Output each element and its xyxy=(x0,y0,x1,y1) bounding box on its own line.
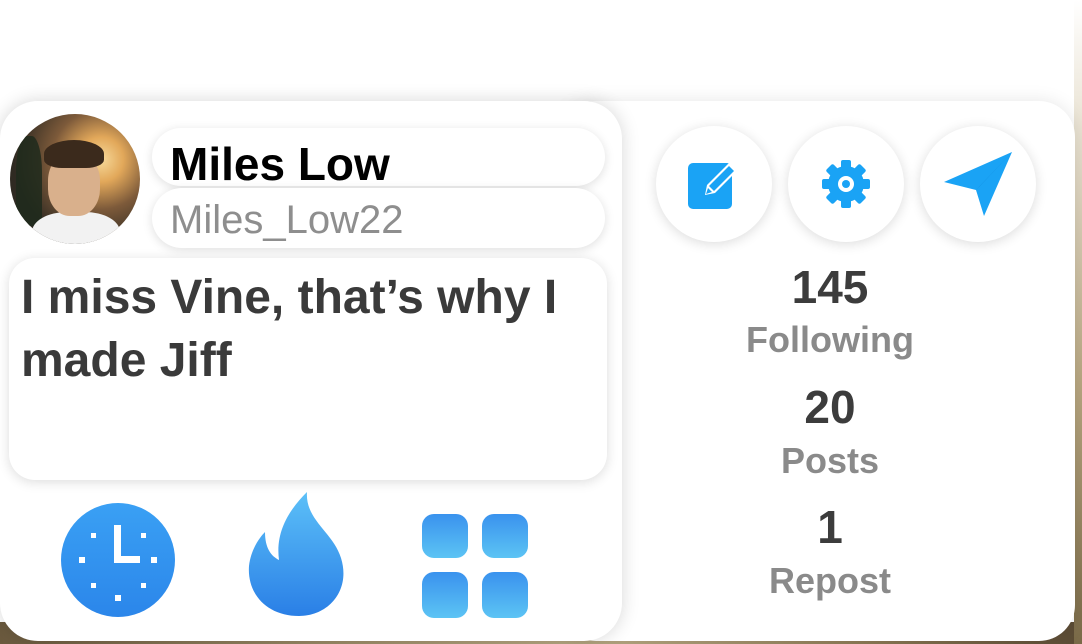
clock-icon[interactable] xyxy=(61,503,175,617)
edit-icon xyxy=(688,162,738,209)
following-count[interactable]: 145 xyxy=(730,262,930,312)
posts-label[interactable]: Posts xyxy=(730,441,930,481)
repost-count[interactable]: 1 xyxy=(730,502,930,552)
grid-icon[interactable] xyxy=(420,512,530,620)
avatar-hair xyxy=(44,140,104,168)
bio-text: I miss Vine, that’s why I made Jiff xyxy=(21,271,558,387)
avatar[interactable] xyxy=(10,114,140,244)
username: Miles_Low22 xyxy=(170,198,404,242)
username-pill: Miles_Low22 xyxy=(152,188,605,248)
gear-icon xyxy=(822,160,870,208)
send-button[interactable] xyxy=(920,126,1036,242)
display-name-pill: Miles Low xyxy=(152,128,605,190)
settings-button[interactable] xyxy=(788,126,904,242)
paper-plane-icon xyxy=(944,152,1012,216)
display-name: Miles Low xyxy=(170,138,390,190)
bio-box: I miss Vine, that’s why I made Jiff xyxy=(9,258,607,480)
edit-profile-button[interactable] xyxy=(656,126,772,242)
avatar-shirt xyxy=(32,212,120,244)
posts-count[interactable]: 20 xyxy=(730,382,930,432)
fire-icon[interactable] xyxy=(245,490,353,618)
repost-label[interactable]: Repost xyxy=(730,561,930,601)
following-label[interactable]: Following xyxy=(730,320,930,360)
background-photo-edge xyxy=(1074,0,1082,644)
avatar-background-palm xyxy=(16,136,42,226)
